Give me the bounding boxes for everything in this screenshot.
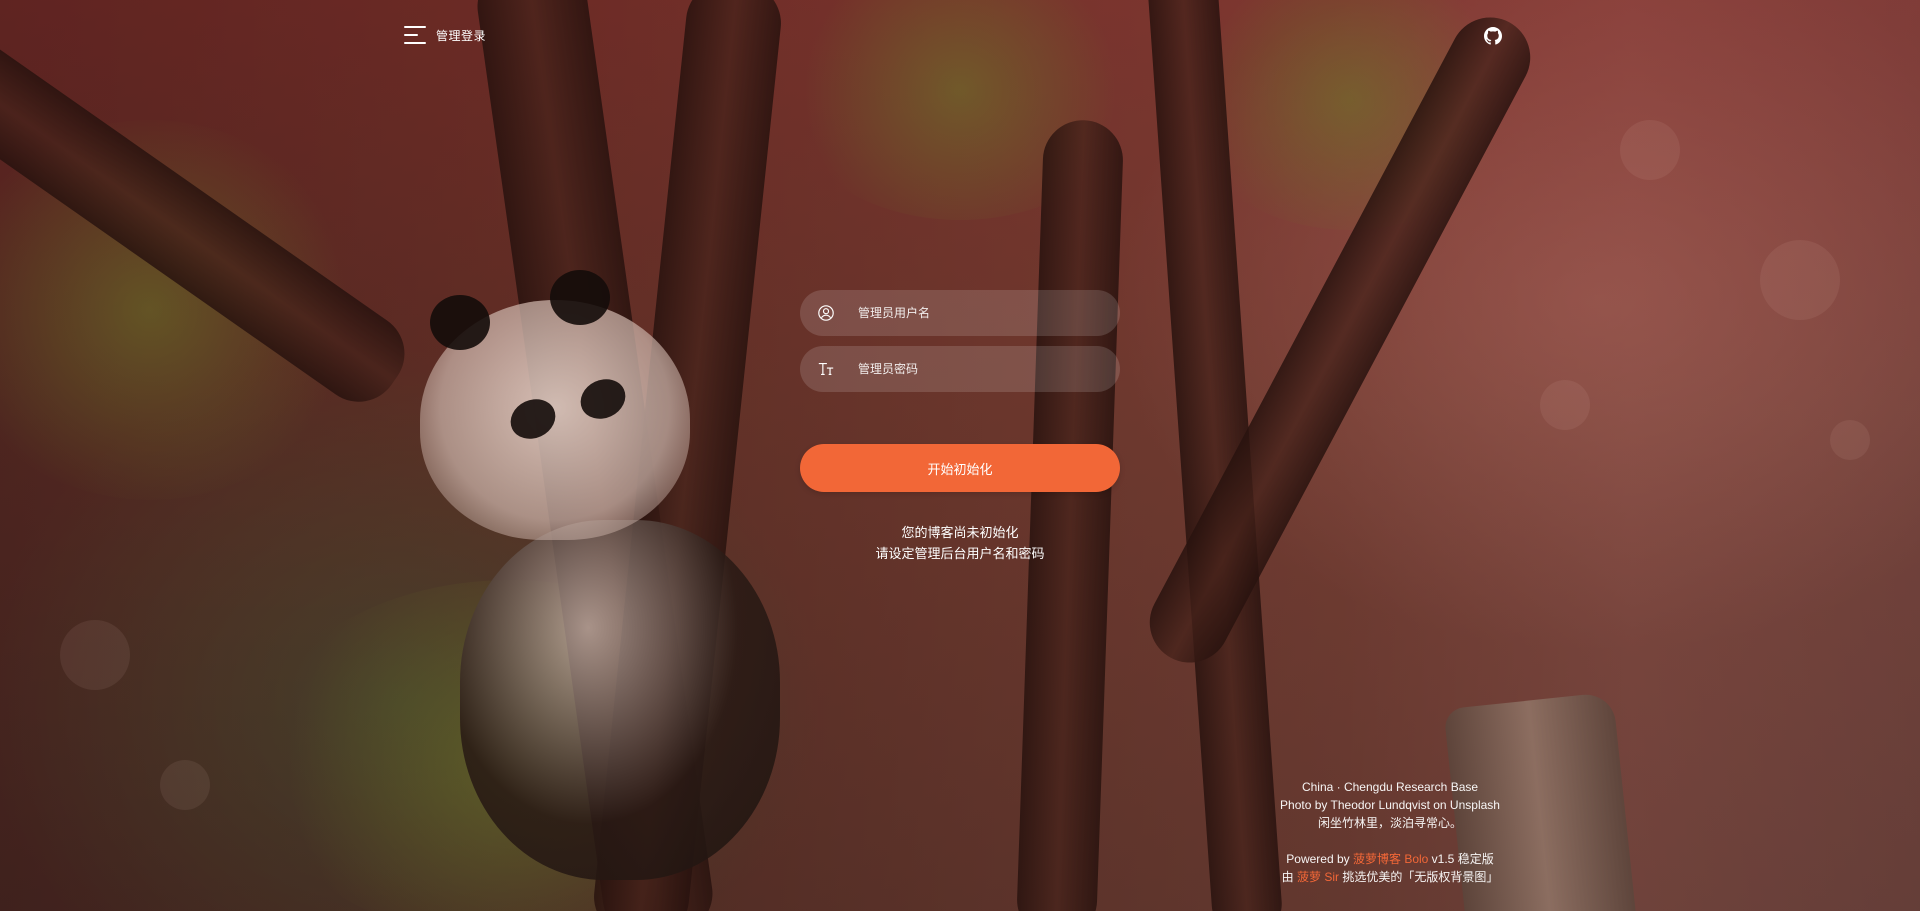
powered-prefix: Powered by [1286,852,1353,866]
top-bar: 管理登录 [0,0,1920,72]
start-init-button[interactable]: 开始初始化 [800,444,1120,492]
panda-head-decoration [420,270,690,540]
bokeh-light [1620,120,1680,180]
powered-suffix: v1.5 稳定版 [1428,852,1494,866]
notice-line-1: 您的博客尚未初始化 [901,525,1019,540]
user-circle-icon [816,303,836,323]
bolo-sir-link[interactable]: 菠萝 Sir [1297,870,1339,884]
footer-credits: China · Chengdu Research Base Photo by T… [1220,778,1560,886]
panda-ear [550,270,610,325]
admin-login-label[interactable]: 管理登录 [436,27,486,44]
bokeh-light [1830,420,1870,460]
password-input[interactable] [848,347,1120,391]
panda-body-decoration [460,520,780,880]
photo-credit: Photo by Theodor Lundqvist on Unsplash [1280,798,1500,812]
init-form: 开始初始化 您的博客尚未初始化 请设定管理后台用户名和密码 [800,290,1120,564]
curated-prefix: 由 [1281,870,1297,884]
motto: 闲坐竹林里，淡泊寻常心。 [1317,816,1462,830]
powered-by-line: Powered by 菠萝博客 Bolo v1.5 稳定版 [1220,850,1560,868]
admin-login-menu[interactable]: 管理登录 [404,26,486,44]
photo-location: China · Chengdu Research Base [1301,780,1479,794]
init-notice: 您的博客尚未初始化 请设定管理后台用户名和密码 [800,522,1120,564]
panda-eye [504,392,562,446]
background-photo: 管理登录 管理员用户名 开始初始化 您的博客尚未初始化 请设定管理后台用户名和密… [0,0,1920,911]
github-icon[interactable] [1484,27,1502,45]
panda-eye [574,372,632,426]
hamburger-menu-icon[interactable] [404,26,426,44]
bokeh-light [1540,380,1590,430]
bokeh-light [60,620,130,690]
username-input[interactable] [848,291,1120,335]
notice-line-2: 请设定管理后台用户名和密码 [875,546,1045,561]
panda-ear [430,295,490,350]
username-field [800,290,1120,336]
bokeh-light [160,760,210,810]
text-tt-icon [816,359,836,379]
password-field [800,346,1120,392]
curated-by-line: 由 菠萝 Sir 挑选优美的「无版权背景图」 [1220,868,1560,886]
curated-suffix: 挑选优美的「无版权背景图」 [1339,870,1499,884]
bolo-blog-link[interactable]: 菠萝博客 Bolo [1353,852,1428,866]
bokeh-light [1760,240,1840,320]
